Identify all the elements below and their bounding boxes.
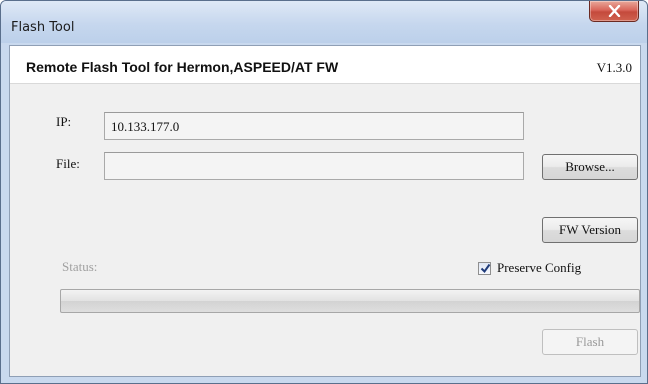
preserve-config-checkbox[interactable]	[478, 262, 491, 275]
ip-field[interactable]: 10.133.177.0	[104, 112, 524, 140]
file-label: File:	[56, 156, 80, 171]
version-label: V1.3.0	[596, 60, 632, 75]
title-bar[interactable]: Flash Tool	[1, 1, 647, 43]
header-band: Remote Flash Tool for Hermon,ASPEED/AT F…	[10, 46, 640, 84]
tool-title: Remote Flash Tool for Hermon,ASPEED/AT F…	[26, 59, 339, 75]
progress-bar	[60, 289, 640, 313]
window-title: Flash Tool	[11, 20, 75, 35]
checkmark-icon	[480, 263, 491, 274]
file-field[interactable]	[104, 152, 524, 180]
client-area: Remote Flash Tool for Hermon,ASPEED/AT F…	[9, 45, 641, 377]
preserve-config-label: Preserve Config	[497, 260, 582, 275]
close-x-icon	[608, 5, 621, 17]
status-label: Status:	[62, 259, 98, 274]
browse-button[interactable]: Browse...	[542, 154, 638, 180]
flash-tool-window: Flash Tool Remote Flash Tool for Hermon,…	[0, 0, 648, 384]
ip-label: IP:	[56, 114, 72, 129]
close-button[interactable]	[589, 1, 639, 22]
flash-button[interactable]: Flash	[542, 329, 638, 355]
fw-version-button[interactable]: FW Version	[542, 217, 638, 243]
